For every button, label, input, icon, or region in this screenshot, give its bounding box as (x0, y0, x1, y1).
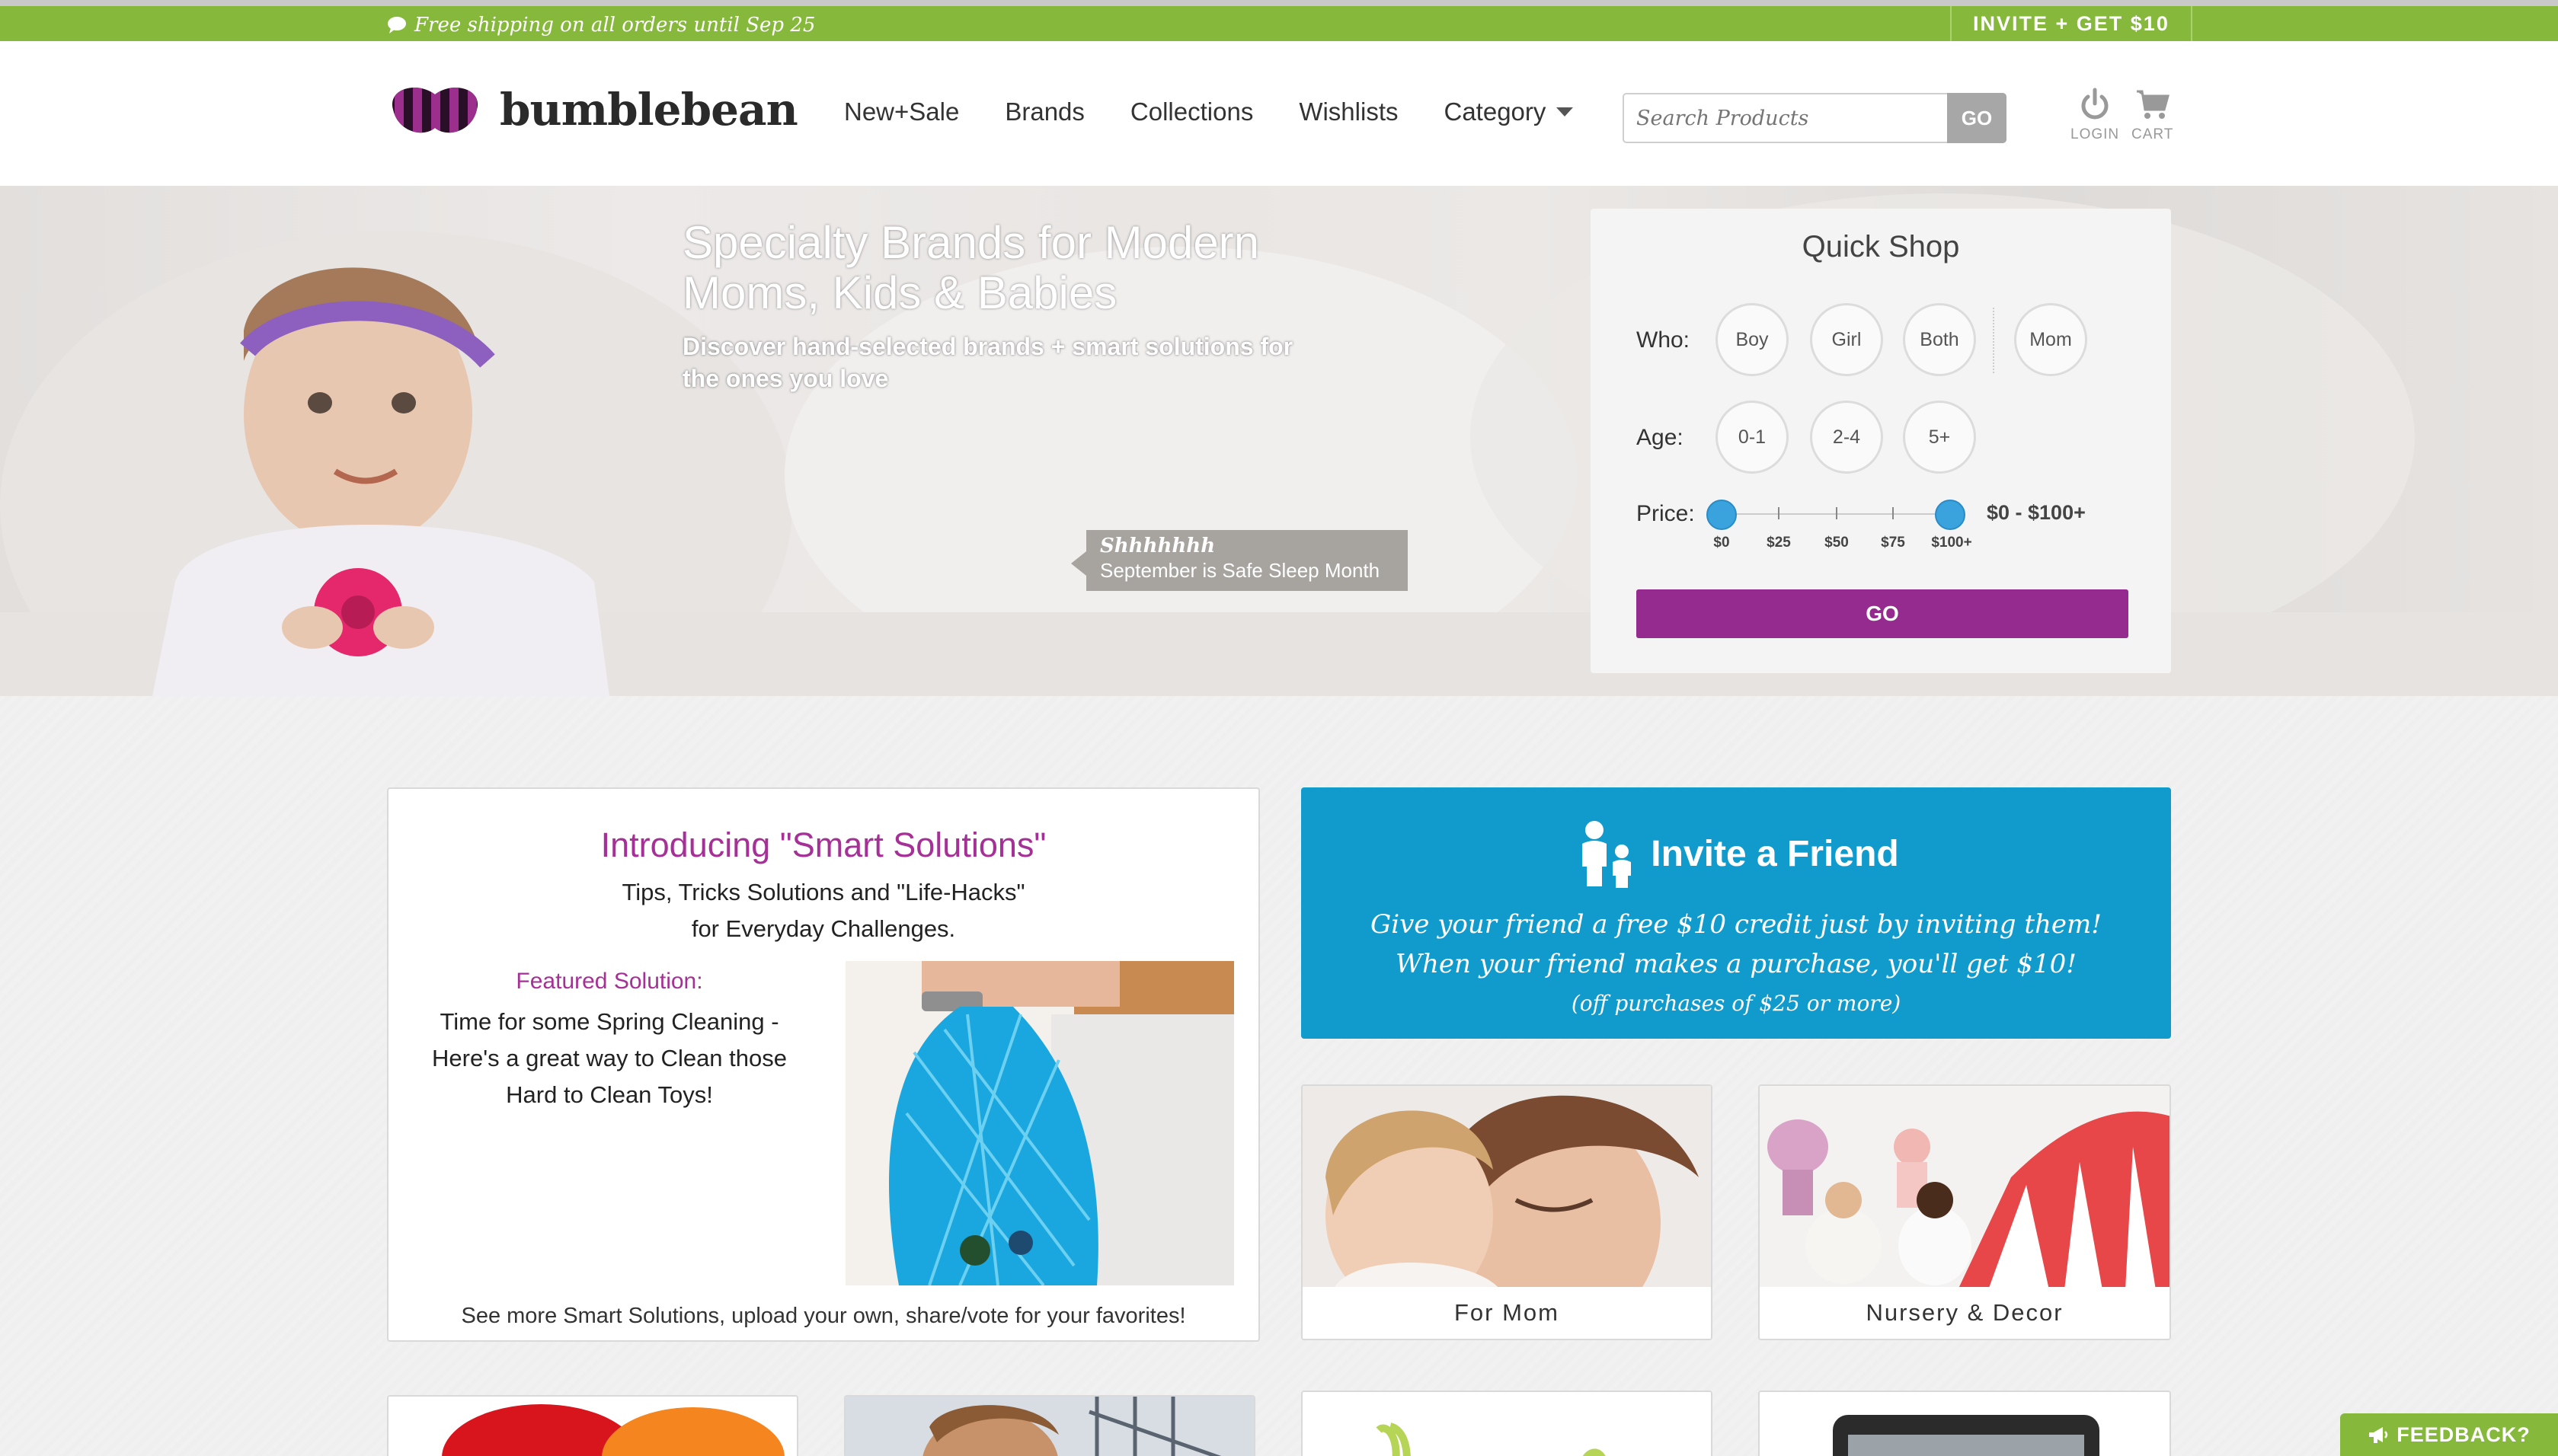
mesh-bag-photo (846, 961, 1234, 1285)
featured-line: Hard to Clean Toys! (506, 1081, 713, 1108)
nav-new-sale[interactable]: New+Sale (844, 97, 959, 126)
nav-wishlists[interactable]: Wishlists (1299, 97, 1398, 126)
feedback-label: FEEDBACK? (2397, 1422, 2531, 1446)
smart-solutions-card[interactable]: Introducing "Smart Solutions" Tips, Tric… (387, 787, 1260, 1342)
invite-note: (off purchases of $25 or more) (1571, 991, 1901, 1016)
smart-solutions-title: Introducing "Smart Solutions" (600, 825, 1047, 864)
featured-line: Time for some Spring Cleaning - (440, 1008, 779, 1035)
cart-label: CART (2131, 126, 2174, 142)
product-tile[interactable] (1301, 1391, 1712, 1456)
safe-sleep-callout[interactable]: Shhhhhhh September is Safe Sleep Month (1071, 530, 1408, 591)
who-divider (1993, 308, 1994, 373)
callout-text: September is Safe Sleep Month (1100, 559, 1380, 582)
subtitle-line: for Everyday Challenges. (691, 915, 956, 942)
invite-body: Give your friend a free $10 credit just … (1301, 905, 2171, 1023)
product-tile[interactable] (844, 1395, 1255, 1456)
nursery-decor-label: Nursery & Decor (1760, 1287, 2170, 1339)
price-tick (1778, 507, 1779, 519)
megaphone-icon (2369, 1427, 2388, 1443)
price-range-value: $0 - $100+ (1987, 501, 2086, 524)
bean-logo-icon (392, 87, 478, 133)
quick-shop-title: Quick Shop (1802, 230, 1960, 263)
nursery-photo (1760, 1086, 2170, 1290)
price-tick-label: $0 (1713, 535, 1730, 551)
content-area (0, 696, 2558, 1456)
hero-banner: Specialty Brands for Modern Moms, Kids &… (0, 186, 2558, 696)
quick-shop-panel: Quick Shop Who: Boy Girl Both Mom Age: 0… (1591, 209, 2171, 673)
search-go-button[interactable]: GO (1947, 93, 2006, 143)
cart-icon (2136, 90, 2170, 119)
price-tick-label: $25 (1767, 535, 1791, 551)
invite-line: Give your friend a free $10 credit just … (1370, 909, 2102, 940)
invite-line: When your friend makes a purchase, you'l… (1396, 949, 2077, 979)
feedback-button[interactable]: FEEDBACK? (2340, 1413, 2558, 1456)
product-tile[interactable] (387, 1395, 798, 1456)
man-bridge-photo (846, 1397, 1254, 1456)
speech-bubble-icon (388, 17, 406, 34)
search-input[interactable] (1624, 94, 1948, 142)
who-girl-button[interactable]: Girl (1810, 303, 1883, 376)
nav-brands[interactable]: Brands (1005, 97, 1085, 126)
logo[interactable]: bumblebean (387, 81, 798, 139)
nav-category-label: Category (1444, 97, 1546, 126)
parent-child-icon (1582, 821, 1632, 888)
smart-solutions-more-link[interactable]: See more Smart Solutions, upload your ow… (388, 1304, 1258, 1329)
search-box: GO (1623, 93, 2006, 143)
invite-promo-button[interactable]: INVITE + GET $10 (1950, 6, 2192, 41)
who-mom-button[interactable]: Mom (2014, 303, 2087, 376)
who-boy-button[interactable]: Boy (1715, 303, 1789, 376)
nav-category[interactable]: Category (1444, 97, 1574, 126)
caret-down-icon (1556, 107, 1574, 117)
price-tick-label: $50 (1824, 535, 1849, 551)
promo-bar: Free shipping on all orders until Sep 25… (0, 6, 2558, 41)
login-button[interactable]: LOGIN (2070, 87, 2119, 143)
nursery-decor-tile[interactable]: Nursery & Decor (1758, 1084, 2171, 1340)
top-border (0, 0, 2558, 6)
price-slider-max-handle[interactable] (1935, 500, 1965, 530)
invite-title: Invite a Friend (1651, 833, 1899, 874)
featured-line: Here's a great way to Clean those (432, 1045, 787, 1071)
age-2-4-button[interactable]: 2-4 (1810, 401, 1883, 474)
featured-solution-label: Featured Solution: (516, 969, 703, 994)
hero-title: Specialty Brands for Modern Moms, Kids &… (683, 217, 1260, 318)
age-label: Age: (1636, 425, 1683, 450)
price-slider-min-handle[interactable] (1706, 500, 1737, 530)
invite-friend-card[interactable]: Invite a Friend Give your friend a free … (1301, 787, 2171, 1039)
price-tick-label: $100+ (1931, 535, 1972, 551)
age-0-1-button[interactable]: 0-1 (1715, 401, 1789, 474)
product-tile[interactable] (1758, 1391, 2171, 1456)
smart-solutions-subtitle: Tips, Tricks Solutions and "Life-Hacks" … (388, 874, 1258, 947)
featured-solution-text[interactable]: Time for some Spring Cleaning - Here's a… (404, 1004, 815, 1113)
logo-text: bumblebean (500, 84, 798, 136)
shipping-notice: Free shipping on all orders until Sep 25 (387, 14, 815, 37)
who-label: Who: (1636, 327, 1690, 353)
cart-button[interactable]: CART (2131, 87, 2173, 143)
mom-child-photo (1303, 1086, 1711, 1337)
for-mom-tile[interactable]: For Mom (1301, 1084, 1712, 1340)
hero-subtitle: Discover hand-selected brands + smart so… (683, 333, 1293, 392)
quick-shop-go-button[interactable]: GO (1636, 589, 2128, 638)
subtitle-line: Tips, Tricks Solutions and "Life-Hacks" (622, 879, 1025, 905)
shipping-text: Free shipping on all orders until Sep 25 (414, 14, 816, 37)
callout-title: Shhhhhhh (1100, 535, 1216, 557)
price-label: Price: (1636, 501, 1695, 526)
main-nav: New+Sale Brands Collections Wishlists Ca… (844, 97, 1619, 126)
colorful-cups-photo (388, 1397, 797, 1456)
login-label: LOGIN (2070, 126, 2120, 142)
who-both-button[interactable]: Both (1903, 303, 1976, 376)
tablet-photo (1760, 1392, 2170, 1456)
greens-photo (1303, 1392, 1711, 1456)
featured-solution-image[interactable] (846, 961, 1234, 1285)
for-mom-label: For Mom (1303, 1287, 1711, 1339)
invite-header: Invite a Friend (1301, 819, 2171, 888)
site-header: bumblebean New+Sale Brands Collections W… (0, 41, 2558, 186)
power-icon (2081, 88, 2109, 120)
age-5-plus-button[interactable]: 5+ (1903, 401, 1976, 474)
price-tick (1892, 507, 1894, 519)
price-tick-label: $75 (1881, 535, 1905, 551)
nav-collections[interactable]: Collections (1130, 97, 1253, 126)
price-tick (1836, 507, 1837, 519)
